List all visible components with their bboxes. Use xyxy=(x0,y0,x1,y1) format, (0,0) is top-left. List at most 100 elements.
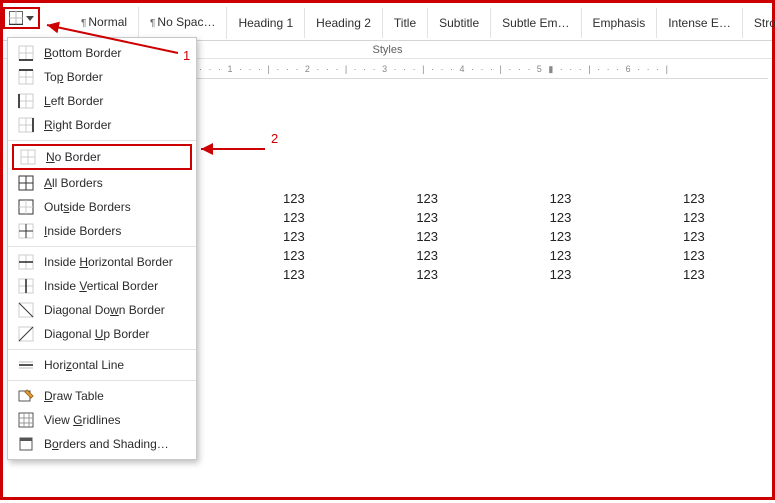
diag-down-icon xyxy=(18,302,34,318)
menu-item-label: Outside Borders xyxy=(44,200,131,214)
style-subtitle[interactable]: Subtitle xyxy=(428,8,491,38)
style-label: Normal xyxy=(88,15,127,29)
hline-icon xyxy=(18,357,34,373)
table-cell[interactable]: 123 xyxy=(683,246,743,265)
table-cell[interactable]: 123 xyxy=(550,265,610,284)
border-top-icon xyxy=(18,69,34,85)
style-normal[interactable]: ¶Normal xyxy=(70,7,139,39)
menu-item-right[interactable]: Right Border xyxy=(8,113,196,137)
table-cell[interactable]: 123 xyxy=(683,189,743,208)
table-cell[interactable]: 123 xyxy=(683,208,743,227)
table-cell[interactable]: 123 xyxy=(416,208,476,227)
menu-item-label: All Borders xyxy=(44,176,103,190)
menu-item-diag-down[interactable]: Diagonal Down Border xyxy=(8,298,196,322)
menu-item-diag-up[interactable]: Diagonal Up Border xyxy=(8,322,196,346)
menu-item-label: Bottom Border xyxy=(44,46,121,60)
menu-item-label: Borders and Shading… xyxy=(44,437,169,451)
dialog-icon xyxy=(18,436,34,452)
border-all-icon xyxy=(18,175,34,191)
ribbon-styles-strip: ¶Normal¶No Spac…Heading 1Heading 2TitleS… xyxy=(3,3,772,41)
menu-item-label: Right Border xyxy=(44,118,111,132)
menu-item-bottom[interactable]: Bottom Border xyxy=(8,41,196,65)
horizontal-ruler[interactable]: · · · 1 · · · | · · · 2 · · · | · · · 3 … xyxy=(193,59,768,79)
menu-item-label: Inside Borders xyxy=(44,224,121,238)
style-strong[interactable]: Strong xyxy=(743,8,775,38)
border-right-icon xyxy=(18,117,34,133)
diag-up-icon xyxy=(18,326,34,342)
draw-table-icon xyxy=(18,388,34,404)
pilcrow-icon: ¶ xyxy=(81,18,86,29)
menu-item-gridlines[interactable]: View Gridlines xyxy=(8,408,196,432)
table-cell[interactable]: 123 xyxy=(683,227,743,246)
diag-down-icon xyxy=(18,302,34,318)
menu-item-label: View Gridlines xyxy=(44,413,121,427)
border-inside-h-icon xyxy=(18,254,34,270)
menu-item-left[interactable]: Left Border xyxy=(8,89,196,113)
borders-dropdown-menu: Bottom Border Top BorderLeft Border Right … xyxy=(7,37,197,460)
table-cell[interactable]: 123 xyxy=(416,227,476,246)
border-right-icon xyxy=(18,117,34,133)
menu-item-label: Diagonal Up Border xyxy=(44,327,149,341)
border-left-icon xyxy=(18,93,34,109)
border-inside-icon xyxy=(18,223,34,239)
menu-separator xyxy=(8,140,196,141)
dialog-icon xyxy=(18,436,34,452)
style-no-spac-[interactable]: ¶No Spac… xyxy=(139,7,227,39)
menu-item-draw[interactable]: Draw Table xyxy=(8,384,196,408)
table-row: 123 123 123 123 xyxy=(283,189,743,208)
document-area[interactable]: 1231231231231231231231231231231231231231… xyxy=(193,81,768,493)
table-cell[interactable]: 123 xyxy=(416,246,476,265)
menu-item-label: Draw Table xyxy=(44,389,104,403)
table-cell[interactable]: 123 xyxy=(283,227,343,246)
table-cell[interactable]: 123 xyxy=(550,189,610,208)
table-cell[interactable]: 123 xyxy=(550,246,610,265)
menu-item-none[interactable]: No Border xyxy=(12,144,192,170)
style-label: Heading 2 xyxy=(316,16,371,30)
table-cell[interactable]: 123 xyxy=(283,189,343,208)
menu-item-all[interactable]: All Borders xyxy=(8,171,196,195)
table-cell[interactable]: 123 xyxy=(550,208,610,227)
table-cell[interactable]: 123 xyxy=(283,246,343,265)
table-cell[interactable]: 123 xyxy=(416,265,476,284)
style-intense-e-[interactable]: Intense E… xyxy=(657,8,743,38)
table-cell[interactable]: 123 xyxy=(283,208,343,227)
draw-table-icon xyxy=(18,388,34,404)
style-label: No Spac… xyxy=(157,15,215,29)
style-heading-2[interactable]: Heading 2 xyxy=(305,8,383,38)
styles-gallery: ¶Normal¶No Spac…Heading 1Heading 2TitleS… xyxy=(40,7,775,39)
style-label: Strong xyxy=(754,16,775,30)
table-cell[interactable]: 123 xyxy=(416,189,476,208)
menu-item-top[interactable]: Top Border xyxy=(8,65,196,89)
table-row: 123 123 123 123 xyxy=(283,246,743,265)
border-bottom-icon xyxy=(18,45,34,61)
style-subtle-em-[interactable]: Subtle Em… xyxy=(491,8,581,38)
menu-item-inside[interactable]: Inside Borders xyxy=(8,219,196,243)
style-label: Subtitle xyxy=(439,16,479,30)
menu-item-inside-v[interactable]: Inside Vertical Border xyxy=(8,274,196,298)
style-label: Subtle Em… xyxy=(502,16,569,30)
menu-item-shading[interactable]: Borders and Shading… xyxy=(8,432,196,456)
table-cell[interactable]: 123 xyxy=(283,265,343,284)
style-label: Heading 1 xyxy=(238,16,293,30)
table-row: 123 123 123 123 xyxy=(283,265,743,284)
table-cell[interactable]: 123 xyxy=(683,265,743,284)
table-cell[interactable]: 123 xyxy=(550,227,610,246)
menu-item-outside[interactable]: Outside Borders xyxy=(8,195,196,219)
borders-dropdown-button[interactable] xyxy=(3,7,40,29)
style-title[interactable]: Title xyxy=(383,8,428,38)
border-none-icon xyxy=(20,149,36,165)
gridlines-icon xyxy=(18,412,34,428)
menu-item-hline[interactable]: Horizontal Line xyxy=(8,353,196,377)
pilcrow-icon: ¶ xyxy=(150,18,155,29)
table-row: 123 123 123 123 xyxy=(283,227,743,246)
style-label: Intense E… xyxy=(668,16,731,30)
style-heading-1[interactable]: Heading 1 xyxy=(227,8,305,38)
chevron-down-icon xyxy=(26,16,34,21)
menu-item-inside-h[interactable]: Inside Horizontal Border xyxy=(8,250,196,274)
menu-item-label: Horizontal Line xyxy=(44,358,124,372)
border-bottom-icon xyxy=(18,45,34,61)
border-inside-v-icon xyxy=(18,278,34,294)
gridlines-icon xyxy=(18,412,34,428)
style-emphasis[interactable]: Emphasis xyxy=(582,8,658,38)
menu-separator xyxy=(8,349,196,350)
